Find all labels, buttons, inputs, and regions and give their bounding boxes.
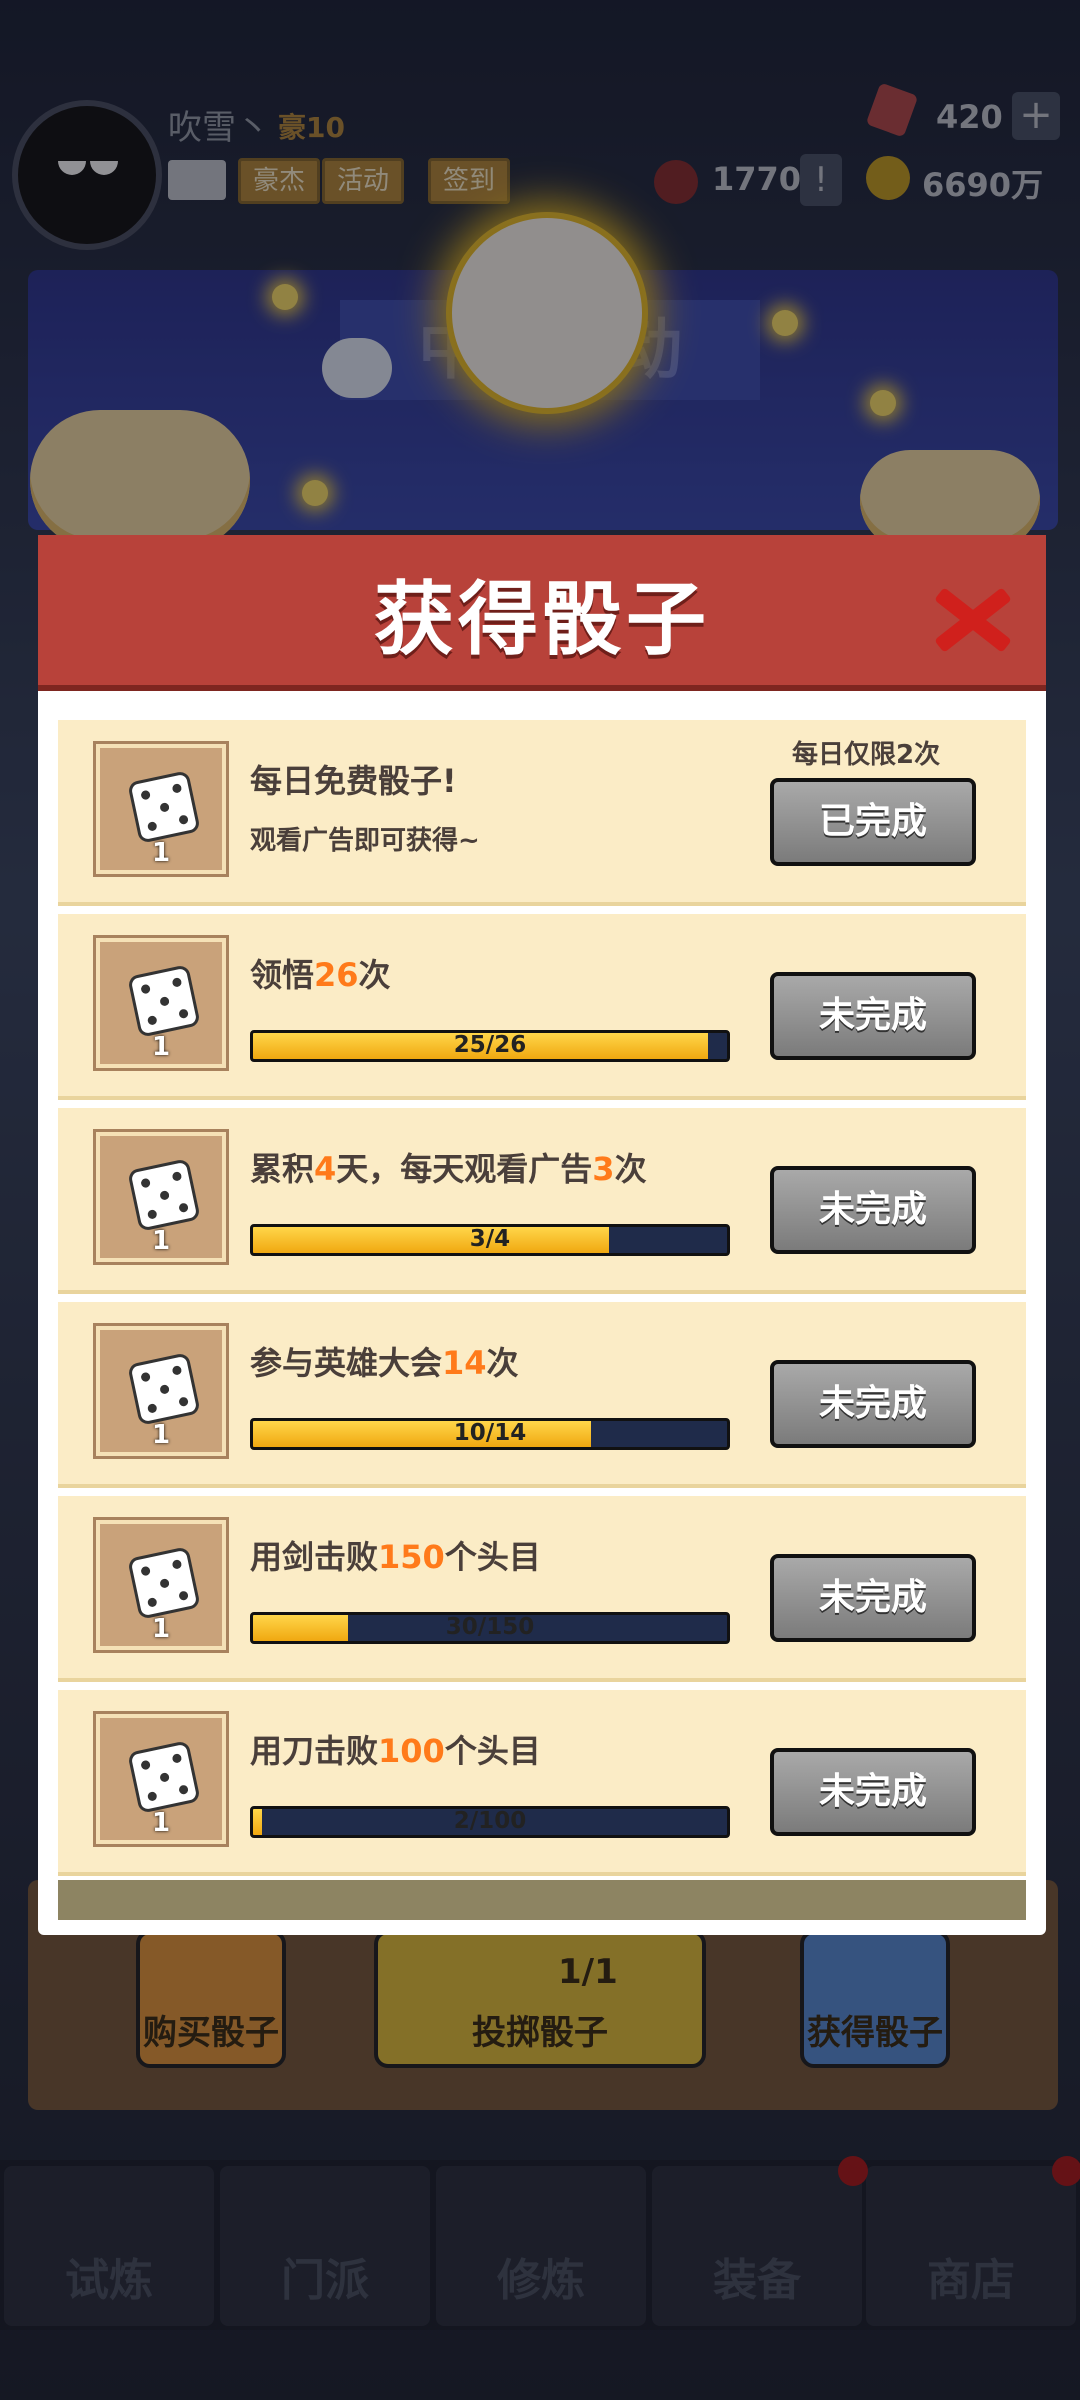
task-row: 1 每日免费骰子! 观看广告即可获得~ 每日仅限2次已完成 (58, 720, 1026, 906)
progress-bar: 30/150 (250, 1612, 730, 1644)
dice-icon (127, 1158, 201, 1232)
progress-bar: 3/4 (250, 1224, 730, 1256)
task-row: 1 参与英雄大会14次 10/14 未完成 (58, 1302, 1026, 1488)
task-row: 1 领悟26次 25/26 未完成 (58, 914, 1026, 1100)
reward-count: 1 (151, 1808, 171, 1838)
progress-text: 10/14 (453, 1420, 527, 1446)
progress-text: 2/100 (453, 1808, 527, 1834)
progress-text: 3/4 (469, 1226, 511, 1252)
task-status-button[interactable]: 未完成 (770, 1554, 976, 1642)
dice-icon (127, 964, 201, 1038)
task-row: 1 用刀击败100个头目 2/100 未完成 (58, 1690, 1026, 1876)
modal-title: 获得骰子 (374, 573, 710, 666)
dice-reward-icon: 1 (96, 744, 226, 874)
progress-bar: 25/26 (250, 1030, 730, 1062)
progress-text: 25/26 (453, 1032, 527, 1058)
task-title: 领悟26次 (250, 956, 391, 994)
task-row: 1 累积4天，每天观看广告3次 3/4 未完成 (58, 1108, 1026, 1294)
daily-limit-label: 每日仅限2次 (792, 740, 941, 770)
task-status-button[interactable]: 未完成 (770, 1166, 976, 1254)
dice-icon (127, 1352, 201, 1426)
dice-reward-icon: 1 (96, 1520, 226, 1650)
reward-count: 1 (151, 1032, 171, 1062)
task-title: 每日免费骰子! (250, 762, 457, 800)
task-status-button[interactable]: 未完成 (770, 972, 976, 1060)
task-title: 用刀击败100个头目 (250, 1732, 541, 1770)
task-title: 参与英雄大会14次 (250, 1344, 519, 1382)
reward-count: 1 (151, 1614, 171, 1644)
dice-reward-icon: 1 (96, 1132, 226, 1262)
dice-reward-icon: 1 (96, 938, 226, 1068)
task-status-button[interactable]: 未完成 (770, 1360, 976, 1448)
reward-count: 1 (151, 838, 171, 868)
progress-text: 30/150 (445, 1614, 535, 1640)
dice-reward-icon: 1 (96, 1326, 226, 1456)
task-row: 1 用剑击败150个头目 30/150 未完成 (58, 1496, 1026, 1682)
task-title: 累积4天，每天观看广告3次 (250, 1150, 647, 1188)
progress-bar: 2/100 (250, 1806, 730, 1838)
reward-count: 1 (151, 1226, 171, 1256)
progress-bar: 10/14 (250, 1418, 730, 1450)
reward-count: 1 (151, 1420, 171, 1450)
task-row-partial (58, 1880, 1026, 1920)
task-title: 用剑击败150个头目 (250, 1538, 541, 1576)
dice-icon (127, 1546, 201, 1620)
task-status-button[interactable]: 已完成 (770, 778, 976, 866)
dice-icon (127, 770, 201, 844)
dice-reward-icon: 1 (96, 1714, 226, 1844)
task-subtitle: 观看广告即可获得~ (250, 826, 480, 856)
task-status-button[interactable]: 未完成 (770, 1748, 976, 1836)
dice-icon (127, 1740, 201, 1814)
close-icon[interactable] (930, 578, 1016, 658)
